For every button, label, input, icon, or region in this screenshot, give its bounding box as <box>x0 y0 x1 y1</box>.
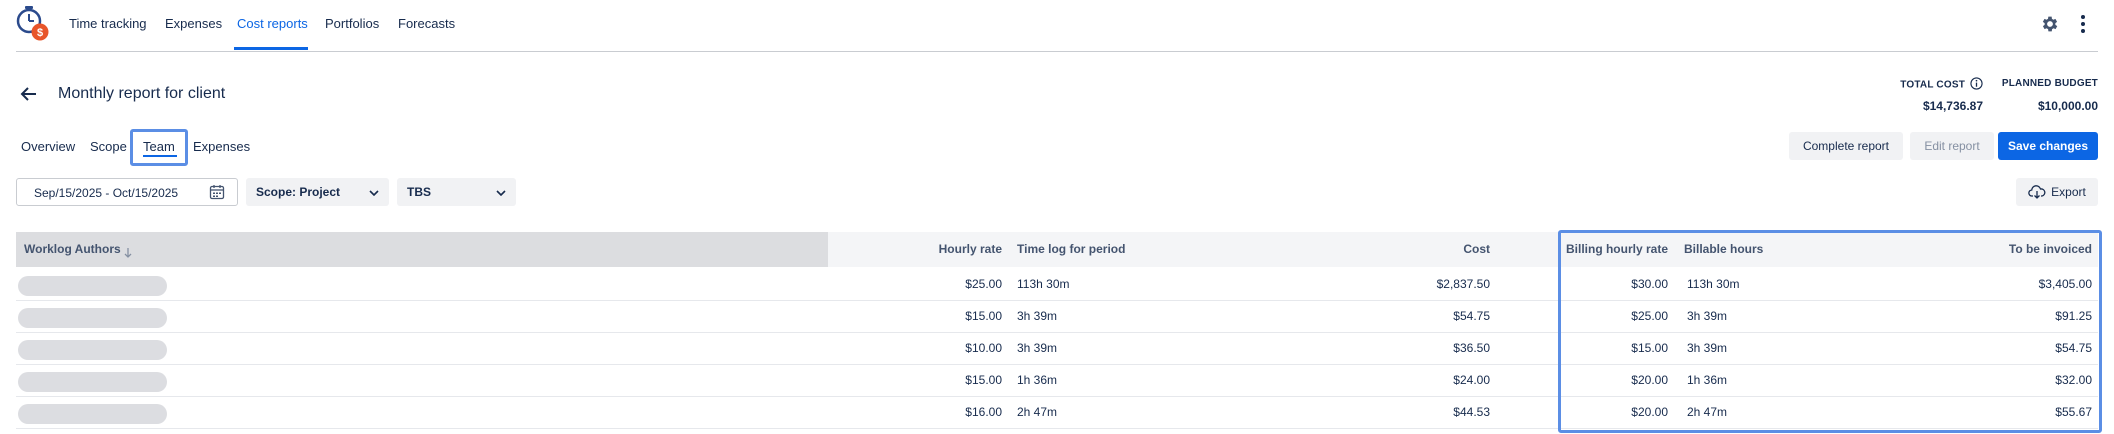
page-title: Monthly report for client <box>58 85 226 102</box>
tab-scope[interactable]: Scope <box>90 139 127 154</box>
total-cost-label: TOTAL COST <box>1880 77 1983 93</box>
edit-report-button[interactable]: Edit report <box>1910 132 1994 160</box>
hourly-rate-cell: $16.00 <box>965 405 1002 419</box>
hourly-rate-cell: $15.00 <box>965 373 1002 387</box>
arrow-left-icon[interactable] <box>20 86 38 107</box>
date-range-value: Sep/15/2025 - Oct/15/2025 <box>34 186 179 200</box>
author-placeholder <box>18 372 167 392</box>
cost-cell: $36.50 <box>1453 341 1490 355</box>
scope-select[interactable]: Scope: Project <box>246 178 389 206</box>
planned-budget-label: PLANNED BUDGET <box>2001 78 2098 89</box>
cloud-download-icon <box>2028 185 2046 199</box>
calendar-icon[interactable] <box>209 184 225 203</box>
time-log-cell: 3h 39m <box>1017 309 1058 323</box>
time-log-cell: 1h 36m <box>1017 373 1058 387</box>
nav-time-tracking[interactable]: Time tracking <box>69 16 147 31</box>
author-placeholder <box>18 404 167 424</box>
chevron-down-icon <box>369 185 379 199</box>
author-placeholder <box>18 340 167 360</box>
planned-budget-value: $10,000.00 <box>2037 99 2098 113</box>
info-icon[interactable] <box>1970 77 1983 93</box>
export-button[interactable]: Export <box>2016 178 2098 206</box>
tab-overview[interactable]: Overview <box>21 139 75 154</box>
nav-divider <box>16 51 2098 52</box>
nav-active-indicator <box>234 47 308 50</box>
cost-cell: $24.00 <box>1453 373 1490 387</box>
tab-team-highlight <box>130 129 188 166</box>
author-placeholder <box>18 276 167 296</box>
nav-cost-reports[interactable]: Cost reports <box>237 16 308 31</box>
svg-text:$: $ <box>37 27 43 39</box>
time-log-cell: 113h 30m <box>1017 277 1070 291</box>
tab-expenses[interactable]: Expenses <box>193 139 250 154</box>
time-log-header: Time log for period <box>1017 242 1126 256</box>
app-logo[interactable]: $ <box>14 4 52 42</box>
gear-icon[interactable] <box>2038 12 2062 36</box>
hourly-rate-header: Hourly rate <box>938 242 1002 256</box>
time-log-cell: 2h 47m <box>1017 405 1058 419</box>
nav-expenses[interactable]: Expenses <box>165 16 222 31</box>
cost-cell: $2,837.50 <box>1436 277 1490 291</box>
chevron-down-icon <box>496 185 506 199</box>
nav-forecasts[interactable]: Forecasts <box>398 16 455 31</box>
export-label: Export <box>2051 185 2086 199</box>
author-placeholder <box>18 308 167 328</box>
nav-portfolios[interactable]: Portfolios <box>325 16 379 31</box>
complete-report-button[interactable]: Complete report <box>1789 132 1903 160</box>
billing-columns-highlight <box>1558 230 2102 433</box>
hourly-rate-cell: $15.00 <box>965 309 1002 323</box>
save-changes-button[interactable]: Save changes <box>1998 132 2098 160</box>
hierarchy-select[interactable]: TBS <box>397 178 516 206</box>
cost-cell: $44.53 <box>1453 405 1490 419</box>
hourly-rate-cell: $10.00 <box>965 341 1002 355</box>
hourly-rate-cell: $25.00 <box>965 277 1002 291</box>
date-range-field[interactable]: Sep/15/2025 - Oct/15/2025 <box>16 178 238 206</box>
cost-header: Cost <box>1463 242 1490 256</box>
hierarchy-select-value: TBS <box>407 185 431 199</box>
total-cost-label-text: TOTAL COST <box>1900 79 1966 91</box>
time-log-cell: 3h 39m <box>1017 341 1058 355</box>
more-vertical-icon[interactable] <box>2071 12 2095 36</box>
total-cost-value: $14,736.87 <box>1922 99 1983 113</box>
cost-cell: $54.75 <box>1453 309 1490 323</box>
scope-select-value: Scope: Project <box>256 185 341 199</box>
